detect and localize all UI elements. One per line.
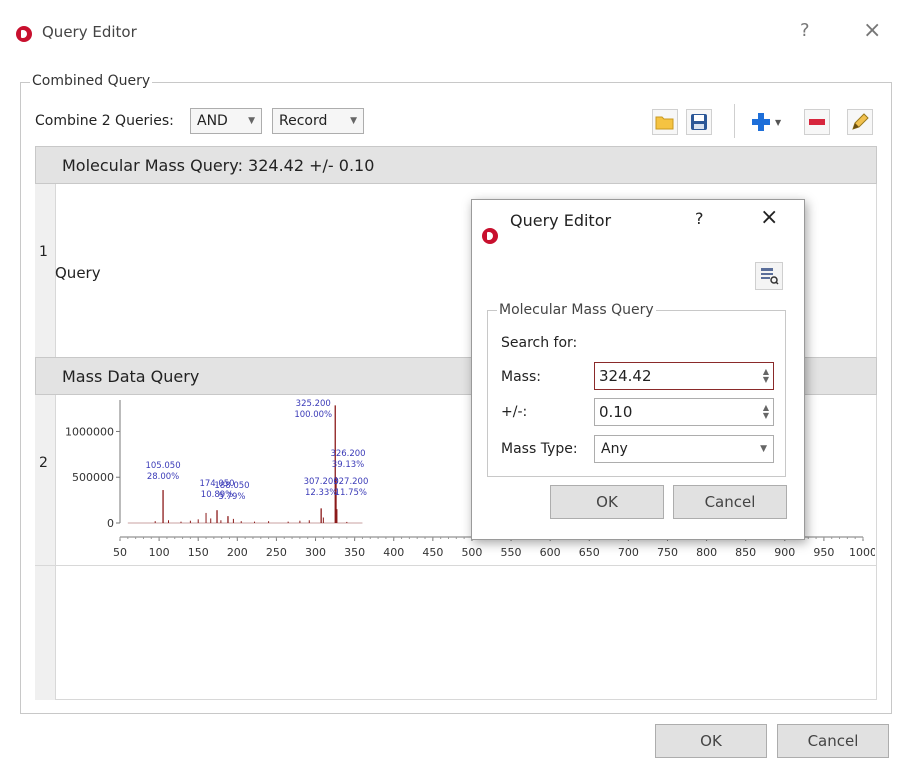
dialog-title: Query Editor [510,211,612,230]
peak-label: 105.050 [145,461,180,471]
x-tick-label: 550 [501,546,522,559]
chevron-down-icon: ▼ [248,116,255,126]
combine-operator-select[interactable]: AND ▼ [190,108,262,134]
window-title: Query Editor [42,23,137,41]
x-tick-label: 800 [696,546,717,559]
query-row-1-title: Molecular Mass Query: 324.42 +/- 0.10 [62,155,375,175]
x-tick-label: 750 [657,546,678,559]
add-query-button[interactable]: ▼ [750,110,790,134]
peak-label: 100.00% [294,410,332,420]
folder-icon [655,116,674,130]
cancel-button[interactable]: Cancel [777,724,889,758]
tolerance-input[interactable]: 0.10 ▲ ▼ [594,398,774,426]
tolerance-label: +/-: [501,404,528,420]
dialog-help-button[interactable]: ? [695,209,704,228]
dialog-ok-button[interactable]: OK [550,485,664,519]
mass-value: 324.42 [599,367,652,385]
query-row-2-number: 2 [39,455,48,471]
save-button[interactable] [686,109,712,135]
x-tick-label: 400 [383,546,404,559]
search-for-label: Search for: [501,335,578,351]
peak-label: 12.33% [305,488,337,498]
combine-scope-select[interactable]: Record ▼ [272,108,364,134]
mass-type-label: Mass Type: [501,441,578,457]
combine-scope-value: Record [279,113,328,129]
x-tick-label: 950 [813,546,834,559]
x-tick-label: 450 [422,546,443,559]
close-button[interactable]: × [863,18,881,43]
mass-label: Mass: [501,369,541,385]
document-search-icon [761,268,779,285]
x-tick-label: 650 [579,546,600,559]
x-tick-label: 1000 [849,546,875,559]
y-tick-label: 500000 [72,471,114,484]
structure-search-button[interactable] [755,262,783,290]
peak-label: 5.79% [218,492,245,502]
add-icon [752,113,770,131]
save-icon [691,114,707,130]
remove-icon [809,119,825,125]
y-tick-label: 0 [107,517,114,530]
chevron-down-icon: ▼ [760,444,767,454]
combined-query-legend: Combined Query [30,73,153,89]
remove-query-button[interactable] [804,109,830,135]
help-button[interactable]: ? [800,20,810,41]
chevron-down-icon: ▼ [350,116,357,126]
peak-label: 28.00% [147,472,179,482]
molecular-mass-legend: Molecular Mass Query [497,302,656,318]
peak-label: 188.050 [214,481,249,491]
chevron-down-icon: ▼ [775,117,782,127]
dialog-cancel-button[interactable]: Cancel [673,485,787,519]
query-row-1-number: 1 [39,244,48,260]
x-tick-label: 500 [461,546,482,559]
x-tick-label: 50 [113,546,127,559]
x-tick-label: 900 [774,546,795,559]
x-tick-label: 600 [540,546,561,559]
x-tick-label: 200 [227,546,248,559]
query-row-1-header[interactable]: Molecular Mass Query: 324.42 +/- 0.10 [35,146,877,184]
combine-operator-value: AND [197,113,228,129]
toolbar-separator [734,104,735,138]
y-tick-label: 1000000 [65,425,114,438]
tolerance-value: 0.10 [599,403,633,421]
mass-type-value: Any [601,441,628,457]
spin-arrows-icon[interactable]: ▲ ▼ [759,404,773,420]
peak-label: 11.75% [335,488,367,498]
row-number-gutter [35,146,56,700]
peak-label: 39.13% [332,460,364,470]
edit-pencil-icon [852,113,869,130]
x-tick-label: 350 [344,546,365,559]
mass-type-select[interactable]: Any ▼ [594,435,774,463]
query-row-2-title: Mass Data Query [62,366,200,386]
ok-button[interactable]: OK [655,724,767,758]
x-tick-label: 250 [266,546,287,559]
app-logo-icon [482,228,498,244]
x-tick-label: 300 [305,546,326,559]
peak-label: 326.200 [330,449,365,459]
x-tick-label: 700 [618,546,639,559]
x-tick-label: 850 [735,546,756,559]
app-logo-icon [16,26,32,42]
combine-label: Combine 2 Queries: [35,113,174,129]
spin-arrows-icon[interactable]: ▲ ▼ [759,368,773,384]
query-row-1-body: Query [55,264,101,282]
peak-label: 325.200 [296,399,331,409]
x-tick-label: 100 [149,546,170,559]
mass-input[interactable]: 324.42 ▲ ▼ [594,362,774,390]
dialog-close-button[interactable]: × [760,205,778,230]
open-folder-button[interactable] [652,109,678,135]
peak-label: 327.200 [333,477,368,487]
edit-query-button[interactable] [847,109,873,135]
x-tick-label: 150 [188,546,209,559]
